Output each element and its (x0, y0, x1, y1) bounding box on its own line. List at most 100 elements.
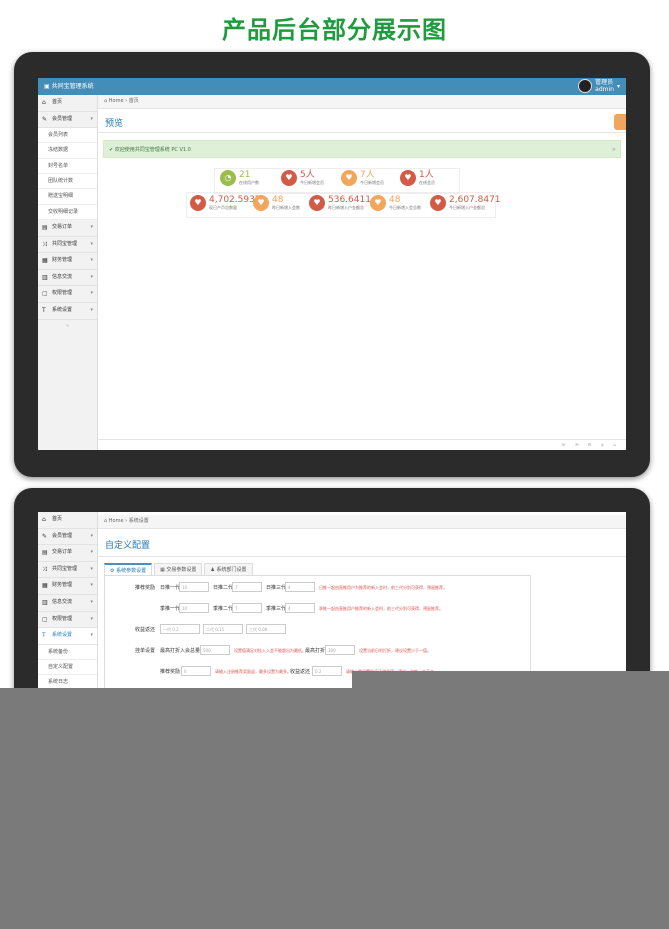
chevron-down-icon: ▾ (90, 273, 93, 280)
chevron-down-icon: ▾ (90, 582, 93, 589)
field-label: 收益返还 (290, 669, 311, 675)
user-menu[interactable]: 管理员 admin ▾ (578, 79, 620, 93)
sidebar-subitem[interactable]: 交收明细记录 (38, 204, 97, 220)
sidebar-item-label: 交易订单 (52, 223, 73, 230)
sidebar-item-label: 首页 (52, 516, 63, 522)
sidebar-item[interactable]: ▥ 信息交流 ▾ (38, 595, 97, 612)
referral-reward-input[interactable]: 0 (181, 666, 211, 676)
breadcrumb-home[interactable]: Home (109, 98, 124, 104)
calendar-icon: ▦ (42, 257, 48, 265)
stat-label: 昨日新增入会数 (272, 205, 300, 210)
sidebar-item[interactable]: ✎ 会员管理 ▾ (38, 112, 97, 129)
sidebar-item[interactable]: ⤨ 共同宝管理 ▾ (38, 562, 97, 579)
sidebar-item[interactable]: T 系统设置 ▾ (38, 303, 97, 320)
stat-widget: ♥ 1人 在线会员 (400, 170, 435, 186)
footer-icons[interactable]: ☏ ✉ ⚙ ◎ ⌂ (561, 442, 620, 447)
settings-toggle-button[interactable] (614, 114, 626, 130)
field-label: 最高打折 (305, 648, 326, 654)
chevron-down-icon: ▾ (90, 257, 93, 264)
daily-gen2-input[interactable]: 7 (232, 582, 262, 592)
sidebar-item[interactable]: T 系统设置 ▾ (38, 628, 97, 645)
season-gen3-input[interactable]: 4 (285, 603, 315, 613)
shuffle-icon: ⤨ (42, 565, 47, 573)
stat-label: 在线会员 (419, 180, 435, 185)
admin-screen-dashboard: ▣ 共同宝管理系统 管理员 admin ▾ ⌂ 首页 ✎ 会员管理 ▾ 会员列表 冻结数据 封号… (38, 78, 626, 450)
field-label: 日推三代 (266, 585, 287, 591)
stat-icon: ♥ (309, 195, 325, 211)
stat-value: 1人 (419, 170, 434, 180)
breadcrumb: ⌂ Home › 系统设置 (98, 515, 626, 529)
sidebar-item-label: 系统设置 (52, 632, 73, 639)
sidebar-item[interactable]: ▥ 信息交流 ▾ (38, 270, 97, 287)
user-name: 管理员 (595, 79, 614, 86)
stat-widget: ♥ 2,607.8471 今日新增入户金额总 (430, 195, 501, 211)
sidebar-subitem[interactable]: 赠送宝明细 (38, 189, 97, 205)
sidebar-item[interactable]: ✎ 会员管理 ▾ (38, 529, 97, 546)
sidebar-item[interactable]: ▤ 交易订单 ▾ (38, 220, 97, 237)
breadcrumb-home[interactable]: Home (109, 518, 124, 524)
field-label: 季推一代 (160, 606, 181, 612)
avatar (578, 79, 593, 93)
page-title: 预览 (105, 119, 124, 129)
table-icon: ▥ (42, 273, 48, 281)
return-gen2-input[interactable]: 二代 0.15 (203, 624, 243, 634)
sidebar-item[interactable]: ▤ 交易订单 ▾ (38, 545, 97, 562)
text-icon: T (42, 306, 46, 314)
app-brand[interactable]: ▣ 共同宝管理系统 (44, 78, 94, 95)
field-label: 推荐奖励 (134, 585, 155, 591)
tab-label: 交易参数设置 (166, 567, 197, 573)
stat-icon: ♥ (190, 195, 206, 211)
text-icon: T (42, 632, 46, 640)
sidebar-item[interactable]: ⤨ 共同宝管理 ▾ (38, 237, 97, 254)
return-gen3-input[interactable]: 三代 0.08 (246, 624, 286, 634)
edit-icon: ✎ (42, 115, 48, 123)
breadcrumb: ⌂ Home › 首页 (98, 95, 626, 109)
daily-gen1-input[interactable]: 10 (179, 582, 209, 592)
season-gen2-input[interactable]: 7 (232, 603, 262, 613)
divider (98, 132, 626, 133)
daily-gen3-input[interactable]: 4 (285, 582, 315, 592)
sidebar-subitem[interactable]: 系统备份 (38, 644, 97, 661)
sidebar-item[interactable]: ⌂ 首页 (38, 95, 97, 112)
book-icon: ▤ (42, 549, 48, 557)
chevron-down-icon: ▾ (90, 290, 93, 297)
sidebar-item[interactable]: ▦ 财务管理 ▾ (38, 253, 97, 270)
return-gen1-input[interactable]: 一代 0.2 (160, 624, 200, 634)
sidebar-item[interactable]: ▢ 权限管理 ▾ (38, 612, 97, 629)
stat-value: 2,607.8471 (449, 195, 501, 205)
sidebar-item[interactable]: ▢ 权限管理 ▾ (38, 286, 97, 303)
sidebar-item[interactable]: ⌂ 首页 (38, 512, 97, 529)
sidebar-subitem[interactable]: 冻结数据 (38, 143, 97, 159)
check-icon: ✔ (109, 147, 114, 153)
field-hint: 设置值满足对挂入入会不能超出为最低。 (234, 648, 306, 653)
sidebar-collapse-button[interactable]: « (38, 319, 97, 332)
sidebar-subitem[interactable]: 自定义配置 (38, 660, 97, 676)
sidebar-item-label: 权限管理 (52, 290, 73, 297)
field-hint: 日推一起由直推用户为推荐的新入会时，前三代分别可获得，预留推荐。 (319, 585, 447, 590)
sidebar-subitem[interactable]: 团队统计数 (38, 174, 97, 190)
chevron-down-icon: ▾ (90, 532, 93, 539)
sidebar-subitem[interactable]: 封号名单 (38, 158, 97, 175)
tab-label: 系统部门设置 (216, 567, 247, 573)
field-label: 季推二代 (213, 606, 234, 612)
field-hint: 请输入注册推荐奖励返，最多设置为最多。 (215, 669, 291, 674)
sidebar-item-label: 财务管理 (52, 257, 73, 264)
file-icon: ▢ (42, 615, 48, 623)
sidebar-item[interactable]: ▦ 财务管理 ▾ (38, 578, 97, 595)
stat-icon: ♥ (341, 170, 357, 186)
sidebar-item-label: 共同宝管理 (52, 565, 78, 572)
sidebar-item-label: 信息交流 (52, 273, 73, 280)
sidebar-subitem[interactable]: 会员列表 (38, 128, 97, 144)
stat-icon: ♥ (400, 170, 416, 186)
stat-value: 21 (239, 170, 251, 180)
stat-icon: ♥ (430, 195, 446, 211)
profit-return-input[interactable]: 0.2 (312, 666, 342, 676)
sidebar-subitem[interactable]: 系统日志 (38, 675, 97, 688)
file-icon: ▢ (42, 290, 48, 298)
field-label: 挂单设置 (134, 648, 155, 654)
max-order-input[interactable]: 500 (200, 645, 230, 655)
field-hint: 季推一起由直推用户推荐的新入会时，前三代分别可获得，预留推荐。 (319, 606, 443, 611)
max-discount-input[interactable]: 300 (325, 645, 355, 655)
season-gen1-input[interactable]: 10 (179, 603, 209, 613)
close-icon[interactable]: × (612, 141, 616, 159)
